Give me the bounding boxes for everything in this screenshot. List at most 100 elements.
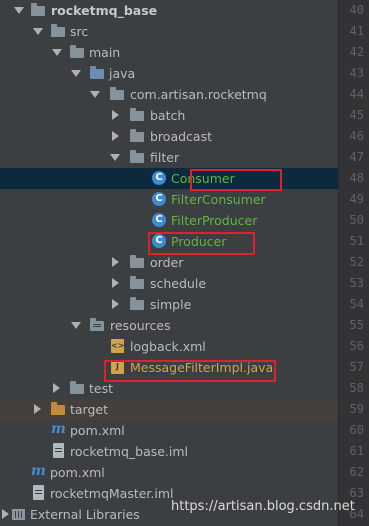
tree-row-pom-xml[interactable]: m pom.xml [0, 420, 338, 441]
collapse-arrow-icon[interactable] [112, 257, 119, 267]
package-icon [130, 108, 144, 121]
maven-icon: m [51, 421, 66, 437]
line-number: 43 [349, 66, 364, 80]
tree-item-label: simple [150, 297, 192, 312]
tree-item-label: main [89, 45, 121, 60]
folder-icon [70, 45, 84, 58]
tree-item-label: broadcast [150, 129, 212, 144]
xml-file-icon: <> [111, 339, 124, 353]
tree-row-schedule[interactable]: schedule [0, 273, 338, 294]
libraries-icon [12, 509, 25, 520]
red-highlight-box [104, 360, 276, 382]
tree-row-root-pom-xml[interactable]: m pom.xml [0, 462, 338, 483]
tree-row-rocketmq-base-iml[interactable]: rocketmq_base.iml [0, 441, 338, 462]
expand-arrow-icon[interactable] [33, 28, 43, 35]
tree-row-broadcast[interactable]: broadcast [0, 126, 338, 147]
expand-arrow-icon[interactable] [110, 154, 120, 161]
line-number: 54 [349, 297, 364, 311]
tree-item-label: FilterConsumer [171, 192, 266, 207]
package-icon [110, 87, 124, 100]
source-folder-icon [90, 66, 104, 79]
tree-item-label: target [70, 402, 109, 417]
tree-row-target[interactable]: target [0, 399, 338, 420]
line-number: 61 [349, 444, 364, 458]
expand-arrow-icon[interactable] [71, 322, 81, 329]
line-number: 44 [349, 87, 364, 101]
line-number: 55 [349, 318, 364, 332]
package-icon [130, 255, 144, 268]
tree-item-label: External Libraries [30, 507, 140, 522]
tree-row-logback[interactable]: <> logback.xml [0, 336, 338, 357]
tree-row-package[interactable]: com.artisan.rocketmq [0, 84, 338, 105]
line-number: 58 [349, 381, 364, 395]
line-number: 52 [349, 255, 364, 269]
tree-item-label: rocketmqMaster.iml [50, 486, 174, 501]
tree-row-rocketmq-base[interactable]: rocketmq_base [0, 0, 338, 21]
line-number: 57 [349, 360, 364, 374]
folder-icon [51, 24, 65, 37]
expand-arrow-icon[interactable] [52, 49, 62, 56]
expand-arrow-icon[interactable] [71, 70, 81, 77]
java-class-icon: C [152, 192, 166, 206]
collapse-arrow-icon[interactable] [112, 131, 119, 141]
line-number: 42 [349, 45, 364, 59]
tree-item-label: resources [110, 318, 171, 333]
collapse-arrow-icon[interactable] [112, 110, 119, 120]
line-number: 50 [349, 213, 364, 227]
resources-folder-icon [90, 318, 104, 331]
red-highlight-box [148, 232, 255, 255]
tree-item-label: src [70, 24, 89, 39]
folder-icon [70, 381, 84, 394]
tree-item-label: order [150, 255, 184, 270]
package-icon [130, 297, 144, 310]
iml-file-icon [33, 485, 44, 500]
java-class-icon: C [152, 171, 166, 185]
expand-arrow-icon[interactable] [90, 91, 100, 98]
collapse-arrow-icon[interactable] [53, 383, 60, 393]
excluded-folder-icon [51, 402, 65, 415]
tree-row-java[interactable]: java [0, 63, 338, 84]
tree-item-label: filter [150, 150, 180, 165]
tree-item-label: pom.xml [70, 423, 125, 438]
line-number: 45 [349, 108, 364, 122]
tree-row-resources[interactable]: resources [0, 315, 338, 336]
java-class-icon: C [152, 213, 166, 227]
line-number: 51 [349, 234, 364, 248]
module-folder-icon [31, 3, 45, 16]
tree-row-consumer[interactable]: C Consumer [0, 168, 338, 189]
maven-icon: m [31, 463, 46, 479]
tree-item-label: pom.xml [50, 465, 105, 480]
tree-item-label: java [109, 66, 136, 81]
tree-item-label: logback.xml [130, 339, 206, 354]
tree-row-src[interactable]: src [0, 21, 338, 42]
watermark: https://artisan.blog.csdn.net [171, 499, 355, 514]
line-number: 48 [349, 171, 364, 185]
tree-row-filterproducer[interactable]: C FilterProducer [0, 210, 338, 231]
collapse-arrow-icon[interactable] [34, 404, 41, 414]
line-number: 46 [349, 129, 364, 143]
tree-item-label: schedule [150, 276, 207, 291]
tree-item-label: FilterProducer [171, 213, 258, 228]
line-number: 40 [349, 3, 364, 17]
tree-row-filter[interactable]: filter [0, 147, 338, 168]
iml-file-icon [53, 443, 64, 458]
tree-item-label: batch [150, 108, 186, 123]
collapse-arrow-icon[interactable] [2, 509, 9, 519]
tree-row-main[interactable]: main [0, 42, 338, 63]
project-tree: rocketmq_base src main java com.artisan.… [0, 0, 338, 526]
red-highlight-box [190, 169, 282, 191]
tree-row-filterconsumer[interactable]: C FilterConsumer [0, 189, 338, 210]
tree-item-label: test [89, 381, 114, 396]
tree-row-batch[interactable]: batch [0, 105, 338, 126]
expand-arrow-icon[interactable] [14, 7, 24, 14]
tree-item-label: rocketmq_base [51, 3, 158, 18]
tree-row-order[interactable]: order [0, 252, 338, 273]
collapse-arrow-icon[interactable] [112, 278, 119, 288]
line-number: 41 [349, 24, 364, 38]
tree-row-simple[interactable]: simple [0, 294, 338, 315]
package-icon [130, 129, 144, 142]
line-number-gutter: 40 41 42 43 44 45 46 47 48 49 50 51 52 53 54 55 56 57 58 59… [338, 0, 369, 526]
tree-item-label: com.artisan.rocketmq [130, 87, 267, 102]
collapse-arrow-icon[interactable] [112, 299, 119, 309]
line-number: 62 [349, 465, 364, 479]
